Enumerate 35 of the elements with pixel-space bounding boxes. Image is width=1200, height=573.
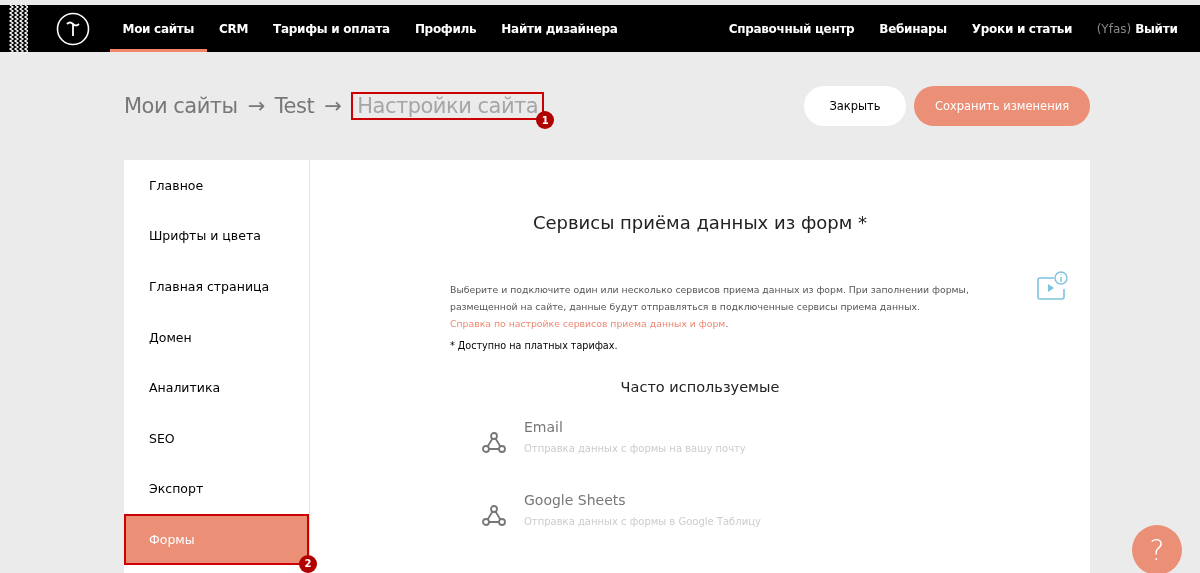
nav-link[interactable]: CRM [206,5,261,52]
breadcrumb-current: Настройки сайта [357,94,539,118]
subsection-title: Часто используемые [619,379,781,395]
user-name: (Yfas) [1095,21,1132,36]
nav-link[interactable]: Справочный центр [716,5,867,52]
breadcrumb-link[interactable]: Мои сайты [124,94,238,118]
sidebar-item[interactable]: Экспорт [124,463,309,515]
logout-link[interactable]: Выйти [1131,5,1190,52]
logo-icon[interactable] [56,11,90,46]
section-title: Сервисы приёма данных из форм * [531,212,869,233]
nav-link[interactable]: Уроки и статьи [959,5,1085,52]
note-text: * Доступно на платных тарифах. [450,340,619,351]
sidebar-item[interactable]: Аналитика [124,362,309,413]
description-text: Выберите и подключите один или несколько сервисов приема данных из форм. При заполнении формы, размещенной на сайте, данные будут отправляться в подключенные сервисы приема данных. Справка по настройке сервисов приема данных и форм. [450,283,970,331]
annotation-badge: 2 [299,554,317,573]
zigzag-pattern-icon [8,4,28,53]
service-name: Google Sheets [524,491,627,508]
sidebar-item[interactable]: Главная страница [124,261,309,312]
nav-link[interactable]: Тарифы и оплата [260,5,403,52]
close-button[interactable]: Закрыть [804,86,906,126]
breadcrumb-link[interactable]: Test [274,94,315,118]
nav-link[interactable]: Вебинары [866,5,960,52]
nav-link[interactable]: Профиль [402,5,489,52]
network-icon [482,432,506,454]
sidebar-item[interactable]: Домен [124,311,309,363]
breadcrumb-separator: → [247,94,265,118]
sidebar-item[interactable]: Главное [124,160,309,211]
nav-link[interactable]: Найти дизайнера [488,5,631,52]
sidebar-item[interactable]: Шрифты и цвета [124,210,309,262]
service-name: Email [524,418,564,435]
network-icon [482,505,506,527]
annotation-badge: 1 [536,111,555,129]
nav-link[interactable]: Мои сайты [110,5,207,52]
breadcrumb-separator: → [324,94,342,118]
sidebar-item[interactable]: SEO [124,412,309,464]
